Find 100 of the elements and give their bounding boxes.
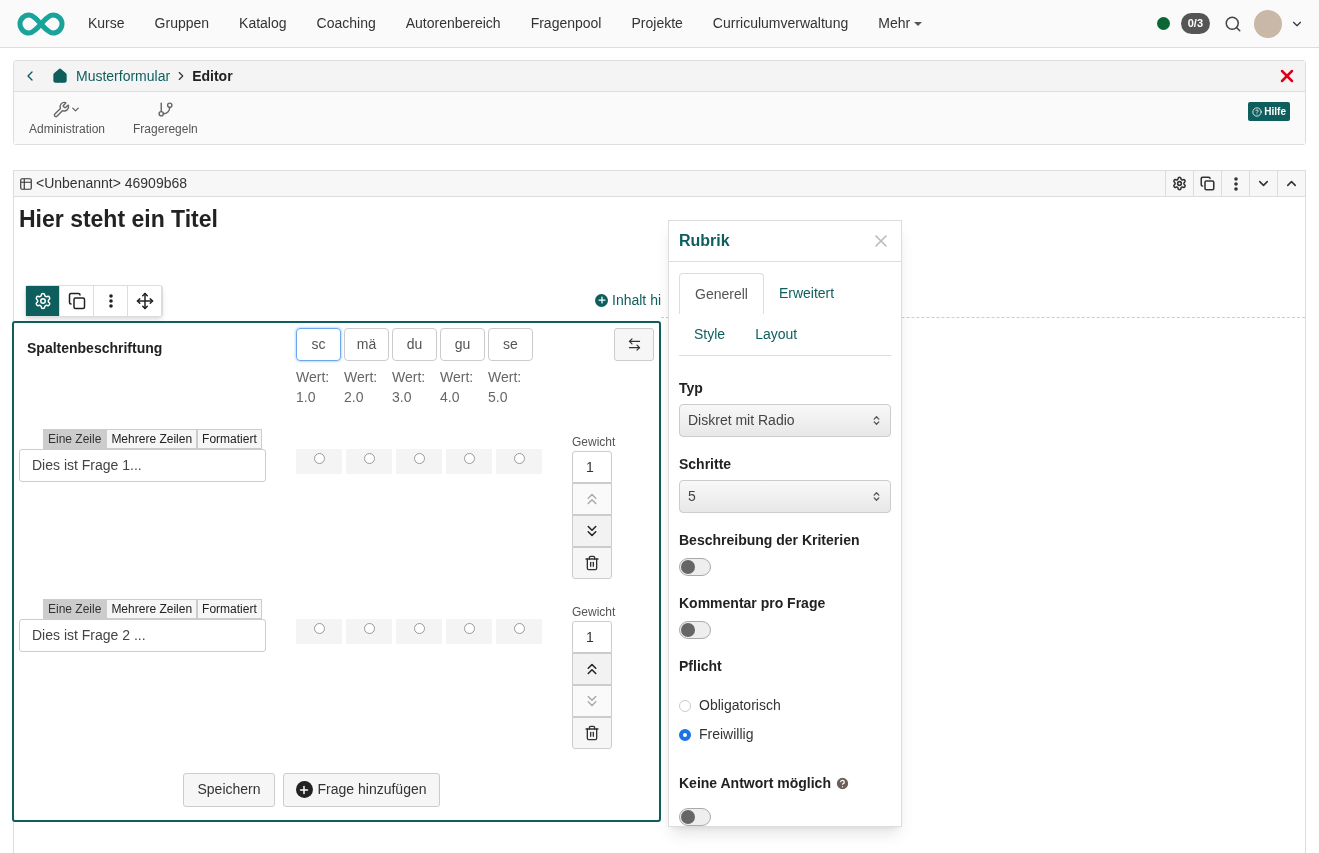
editor-mode-tab[interactable]: Eine Zeile bbox=[43, 428, 107, 449]
question-field[interactable]: Dies ist Frage 1... bbox=[19, 448, 266, 482]
swap-button[interactable] bbox=[614, 327, 654, 361]
count-badge[interactable]: 0/3 bbox=[1180, 13, 1210, 34]
nav-link[interactable]: Kurse bbox=[88, 13, 125, 34]
updown-icon bbox=[871, 491, 882, 502]
answer-radio[interactable] bbox=[446, 618, 492, 644]
settings-button[interactable] bbox=[26, 285, 60, 316]
delete-button[interactable] bbox=[572, 716, 612, 749]
column-label-field[interactable]: du bbox=[392, 327, 437, 361]
select-field[interactable]: 5 bbox=[679, 480, 891, 513]
panel-tab[interactable]: Layout bbox=[740, 314, 813, 355]
logo-icon[interactable] bbox=[15, 10, 67, 37]
value-text: 5.0 bbox=[488, 387, 509, 407]
save-button[interactable]: Speichern bbox=[183, 772, 275, 807]
nav-link[interactable]: Projekte bbox=[631, 13, 683, 34]
column-label-field[interactable]: se bbox=[488, 327, 533, 361]
delete-button[interactable] bbox=[572, 546, 612, 579]
add-question-button[interactable]: Frage hinzufügen bbox=[282, 772, 440, 807]
answer-radio[interactable] bbox=[346, 448, 392, 474]
answer-radio[interactable] bbox=[446, 448, 492, 474]
gear-icon bbox=[33, 291, 52, 310]
nav-link[interactable]: Autorenbereich bbox=[405, 13, 501, 34]
panel-tab[interactable]: Erweitert bbox=[763, 273, 850, 314]
value-label: Wert: bbox=[392, 367, 427, 387]
field-label: Pflicht bbox=[679, 657, 722, 676]
search-icon[interactable] bbox=[1224, 14, 1242, 33]
panel-tab[interactable]: Style bbox=[679, 314, 741, 355]
breadcrumb-link[interactable]: Musterformular bbox=[76, 65, 171, 87]
column-label-field[interactable]: sc bbox=[296, 327, 341, 361]
help-button[interactable]: Hilfe bbox=[1248, 102, 1290, 121]
field-label: Schritte bbox=[679, 455, 732, 474]
move-up-button[interactable] bbox=[572, 652, 612, 685]
wrench-icon bbox=[53, 100, 70, 118]
value-label: Wert: bbox=[296, 367, 331, 387]
trash-icon bbox=[584, 554, 600, 571]
nav-link[interactable]: Coaching bbox=[316, 13, 376, 34]
editor-mode-tab[interactable]: Formatiert bbox=[197, 598, 262, 619]
value-text: 4.0 bbox=[440, 387, 461, 407]
panel-title: Rubrik bbox=[679, 231, 730, 251]
field-label: Kommentar pro Frage bbox=[679, 594, 826, 613]
answer-radio[interactable] bbox=[296, 618, 342, 644]
nav-link[interactable]: Katalog bbox=[239, 13, 287, 34]
trash-icon bbox=[584, 724, 600, 741]
help-icon[interactable] bbox=[834, 776, 850, 791]
column-heading: Spaltenbeschriftung bbox=[26, 338, 164, 358]
swap-icon bbox=[626, 336, 642, 352]
field-label: Typ bbox=[679, 379, 703, 398]
block-header: <Unbenannt> 46909b68 bbox=[36, 174, 188, 193]
more-menu[interactable]: Mehr bbox=[878, 13, 923, 34]
nav-link[interactable]: Curriculumverwaltung bbox=[712, 13, 849, 34]
radio-label: Freiwillig bbox=[699, 725, 754, 744]
radio-button[interactable] bbox=[679, 728, 691, 741]
value-label: Wert: bbox=[344, 367, 379, 387]
gear-icon bbox=[1172, 176, 1187, 191]
plus-icon bbox=[595, 293, 608, 307]
value-label: Wert: bbox=[488, 367, 523, 387]
select-field[interactable]: Diskret mit Radio bbox=[679, 404, 891, 437]
answer-radio[interactable] bbox=[346, 618, 392, 644]
editor-mode-tab[interactable]: Mehrere Zeilen bbox=[106, 428, 198, 449]
value-text: 2.0 bbox=[344, 387, 365, 407]
toolbar-button[interactable]: Administration bbox=[29, 98, 106, 138]
move-icon bbox=[135, 291, 154, 310]
value-text: 3.0 bbox=[392, 387, 413, 407]
editor-mode-tab[interactable]: Formatiert bbox=[197, 428, 262, 449]
move-down-button[interactable] bbox=[572, 514, 612, 547]
add-content-link[interactable]: Inhalt hi bbox=[595, 289, 662, 311]
answer-radio[interactable] bbox=[496, 618, 542, 644]
updown-icon bbox=[871, 415, 882, 426]
editor-mode-tab[interactable]: Eine Zeile bbox=[43, 598, 107, 619]
field-label: Keine Antwort möglich bbox=[679, 774, 831, 793]
value-text: 1.0 bbox=[296, 387, 317, 407]
value-label: Wert: bbox=[440, 367, 475, 387]
weight-field[interactable]: 1 bbox=[572, 620, 612, 653]
table-icon bbox=[19, 176, 33, 191]
nav-link[interactable]: Gruppen bbox=[154, 13, 210, 34]
home-icon[interactable] bbox=[52, 68, 68, 84]
toggle-switch[interactable] bbox=[679, 558, 711, 576]
answer-radio[interactable] bbox=[496, 448, 542, 474]
panel-tab[interactable]: Generell bbox=[679, 273, 764, 314]
field-label: Beschreibung der Kriterien bbox=[679, 531, 860, 550]
copy-icon bbox=[1200, 176, 1215, 191]
plus-icon bbox=[295, 781, 313, 798]
page-title: Hier steht ein Titel bbox=[19, 205, 219, 234]
answer-radio[interactable] bbox=[396, 448, 442, 474]
radio-label: Obligatorisch bbox=[699, 696, 781, 715]
help-icon bbox=[1252, 106, 1263, 117]
column-label-field[interactable]: mä bbox=[344, 327, 389, 361]
answer-radio[interactable] bbox=[296, 448, 342, 474]
editor-mode-tab[interactable]: Mehrere Zeilen bbox=[106, 598, 198, 619]
toolbar-button[interactable]: Frageregeln bbox=[133, 98, 198, 138]
toggle-switch[interactable] bbox=[679, 621, 711, 639]
dots-icon bbox=[1233, 176, 1238, 191]
column-label-field[interactable]: gu bbox=[440, 327, 485, 361]
radio-button[interactable] bbox=[679, 699, 691, 712]
question-field[interactable]: Dies ist Frage 2 ... bbox=[19, 618, 266, 652]
weight-field[interactable]: 1 bbox=[572, 450, 612, 483]
nav-link[interactable]: Fragenpool bbox=[530, 13, 602, 34]
toggle-switch[interactable] bbox=[679, 808, 711, 826]
answer-radio[interactable] bbox=[396, 618, 442, 644]
